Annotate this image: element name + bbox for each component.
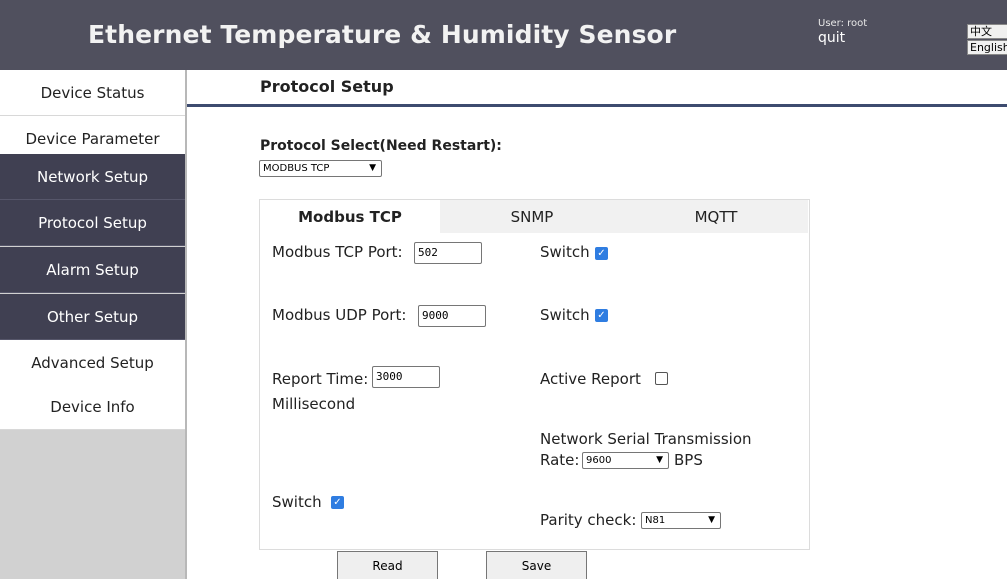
lang-chinese-button[interactable]: 中文 xyxy=(967,24,1007,39)
modbus-tcp-port-label: Modbus TCP Port: xyxy=(272,243,403,261)
serial-switch-checkbox[interactable]: ✓ xyxy=(331,496,344,509)
read-button[interactable]: Read xyxy=(337,551,438,579)
tcp-switch-label: Switch xyxy=(540,243,590,261)
chevron-down-icon: ▼ xyxy=(656,455,663,465)
tab-modbus-tcp[interactable]: Modbus TCP xyxy=(260,200,440,233)
report-time-label: Report Time: xyxy=(272,370,369,388)
protocol-select-value: MODBUS TCP xyxy=(263,163,330,174)
modbus-tcp-port-input[interactable]: 502 xyxy=(414,242,482,264)
active-report-checkbox[interactable] xyxy=(655,372,668,385)
modbus-udp-port-input[interactable]: 9000 xyxy=(418,305,486,327)
udp-switch-checkbox[interactable]: ✓ xyxy=(595,309,608,322)
sidebar-item-device-info[interactable]: Device Info xyxy=(0,384,185,430)
sidebar-item-alarm-setup[interactable]: Alarm Setup xyxy=(0,247,185,293)
parity-check-select[interactable]: N81 ▼ xyxy=(641,512,721,529)
serial-rate-label-line1: Network Serial Transmission xyxy=(540,430,752,448)
tcp-switch-checkbox[interactable]: ✓ xyxy=(595,247,608,260)
report-time-input[interactable]: 3000 xyxy=(372,366,440,388)
tab-snmp[interactable]: SNMP xyxy=(440,200,624,233)
app-header: Ethernet Temperature & Humidity Sensor U… xyxy=(0,0,1007,70)
modbus-udp-port-label: Modbus UDP Port: xyxy=(272,306,407,324)
title-divider xyxy=(187,104,1007,107)
page-title: Protocol Setup xyxy=(260,77,394,96)
sidebar: Device Status Device Parameter Network S… xyxy=(0,70,185,579)
serial-switch-label: Switch xyxy=(272,493,322,511)
save-button[interactable]: Save xyxy=(486,551,587,579)
serial-rate-select[interactable]: 9600 ▼ xyxy=(582,452,669,469)
udp-switch-label: Switch xyxy=(540,306,590,324)
sidebar-item-other-setup[interactable]: Other Setup xyxy=(0,294,185,340)
report-time-unit: Millisecond xyxy=(272,395,356,413)
sidebar-item-protocol-setup[interactable]: Protocol Setup xyxy=(0,200,185,246)
sidebar-item-network-setup[interactable]: Network Setup xyxy=(0,154,185,200)
lang-english-button[interactable]: English xyxy=(967,40,1007,55)
parity-check-value: N81 xyxy=(645,515,666,526)
chevron-down-icon: ▼ xyxy=(708,515,715,525)
serial-rate-value: 9600 xyxy=(586,455,612,466)
current-user: User: root xyxy=(818,18,868,29)
tab-mqtt[interactable]: MQTT xyxy=(624,200,808,233)
sidebar-item-advanced-setup[interactable]: Advanced Setup xyxy=(0,340,185,386)
serial-rate-label-line2: Rate: xyxy=(540,451,580,469)
active-report-label: Active Report xyxy=(540,370,641,388)
chevron-down-icon: ▼ xyxy=(369,163,376,173)
parity-check-label: Parity check: xyxy=(540,511,637,529)
protocol-select-label: Protocol Select(Need Restart): xyxy=(260,138,502,154)
protocol-select[interactable]: MODBUS TCP ▼ xyxy=(259,160,382,177)
sidebar-divider xyxy=(185,70,187,579)
sidebar-item-device-status[interactable]: Device Status xyxy=(0,70,185,116)
app-title: Ethernet Temperature & Humidity Sensor xyxy=(88,20,677,49)
quit-link[interactable]: quit xyxy=(818,30,845,46)
serial-rate-unit: BPS xyxy=(674,451,703,469)
